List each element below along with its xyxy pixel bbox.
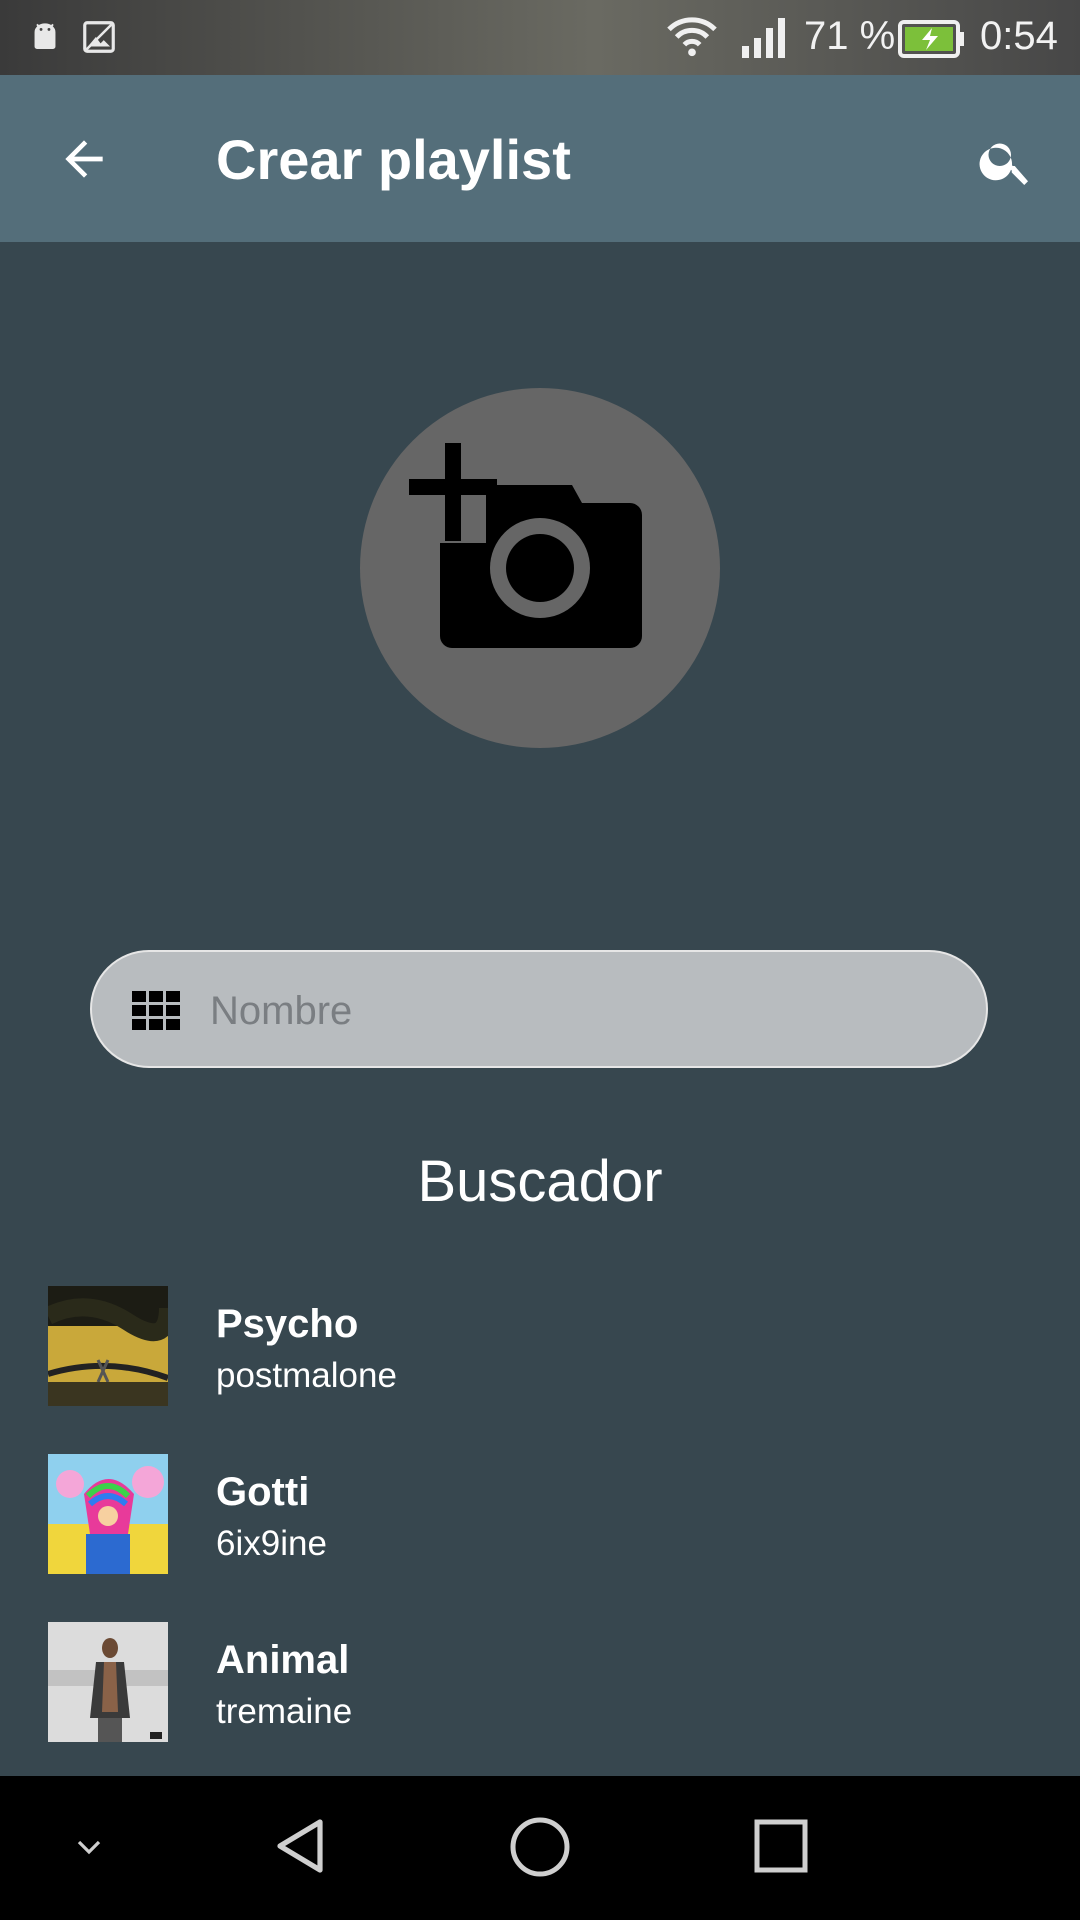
song-title: Gotti <box>216 1470 310 1514</box>
song-list-item[interactable]: Gotti 6ix9ine <box>0 1432 1080 1582</box>
image-icon <box>83 21 115 53</box>
song-list-item[interactable]: Psycho postmalone <box>0 1264 1080 1414</box>
search-icon[interactable] <box>976 131 1036 191</box>
album-cover <box>48 1622 168 1742</box>
song-artist: 6ix9ine <box>216 1524 327 1563</box>
playlist-cover-picker[interactable] <box>360 388 720 748</box>
song-title: Psycho <box>216 1302 359 1346</box>
battery-percent: 71 % <box>804 14 896 58</box>
back-triangle-icon[interactable] <box>272 1816 328 1876</box>
system-nav-bar <box>0 1776 1080 1920</box>
status-bar: 71 % 0:54 <box>0 0 1080 75</box>
song-artist: tremaine <box>216 1692 353 1731</box>
chevron-down-icon[interactable] <box>74 1832 104 1862</box>
song-artist: postmalone <box>216 1356 397 1395</box>
page-title: Crear playlist <box>216 128 571 191</box>
home-circle-icon[interactable] <box>509 1816 571 1878</box>
search-section-title: Buscador <box>417 1149 663 1214</box>
add-photo-icon <box>409 443 642 648</box>
playlist-name-input[interactable] <box>208 972 952 1050</box>
grid-icon <box>132 991 180 1030</box>
album-cover <box>48 1454 168 1574</box>
clock: 0:54 <box>980 14 1058 58</box>
app-bar: Crear playlist <box>0 75 1080 242</box>
android-icon <box>34 23 56 50</box>
playlist-name-field[interactable] <box>90 950 988 1068</box>
recents-square-icon[interactable] <box>754 1819 808 1873</box>
battery-charging-icon <box>898 20 964 58</box>
song-list-item[interactable]: Animal tremaine <box>0 1600 1080 1750</box>
wifi-icon <box>667 17 717 57</box>
album-cover <box>48 1286 168 1406</box>
arrow-back-icon[interactable] <box>56 131 112 187</box>
song-title: Animal <box>216 1638 350 1682</box>
signal-icon <box>742 18 785 58</box>
